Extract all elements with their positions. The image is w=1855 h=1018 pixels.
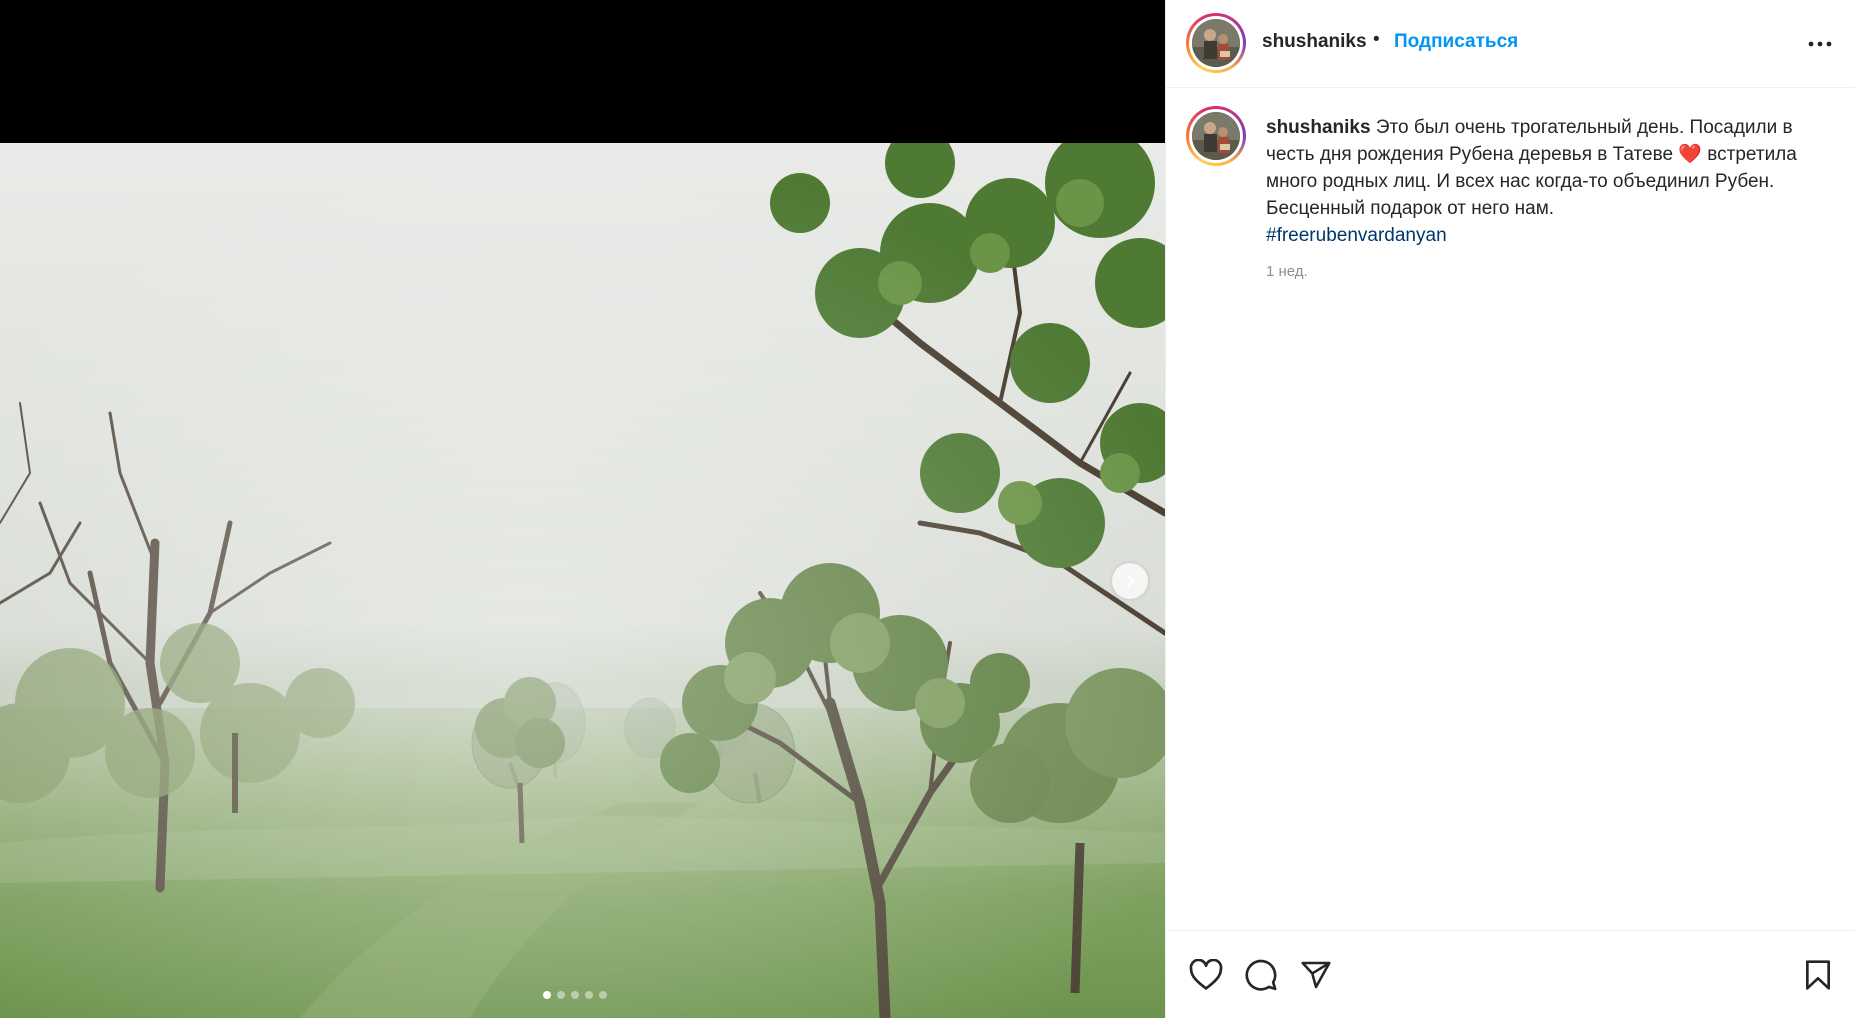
more-horizontal-icon xyxy=(1808,41,1832,47)
carousel-dot xyxy=(585,991,593,999)
avatar-image xyxy=(1192,112,1240,160)
post-timestamp[interactable]: 1 нед. xyxy=(1266,263,1308,280)
comment-icon xyxy=(1245,959,1277,991)
bookmark-icon xyxy=(1806,960,1830,990)
caption-username[interactable]: shushaniks xyxy=(1266,117,1371,138)
heart-icon xyxy=(1189,959,1223,990)
avatar-image xyxy=(1192,19,1240,67)
follow-button[interactable]: Подписаться xyxy=(1394,31,1518,53)
separator-dot: • xyxy=(1373,29,1380,50)
like-button[interactable] xyxy=(1184,953,1228,997)
avatar[interactable] xyxy=(1186,13,1246,73)
instagram-post-viewer: shushaniks • Подписаться shushaniks Это … xyxy=(0,0,1855,1018)
chevron-right-icon xyxy=(1126,574,1135,588)
caption-avatar[interactable] xyxy=(1186,106,1246,166)
post-header: shushaniks • Подписаться xyxy=(1166,0,1855,88)
next-slide-button[interactable] xyxy=(1112,563,1148,599)
carousel-dot-active xyxy=(543,991,551,999)
share-button[interactable] xyxy=(1294,953,1338,997)
post-actions xyxy=(1166,930,1855,1018)
post-photo[interactable] xyxy=(0,143,1165,1018)
hashtag-link[interactable]: #freerubenvardanyan xyxy=(1266,225,1447,246)
heart-emoji: ❤️ xyxy=(1678,144,1702,165)
post-details-panel: shushaniks • Подписаться shushaniks Это … xyxy=(1165,0,1855,1018)
post-media xyxy=(0,0,1165,1018)
more-options-button[interactable] xyxy=(1802,30,1838,58)
carousel-dot xyxy=(571,991,579,999)
foggy-orchard-image xyxy=(0,143,1165,1018)
comment-button[interactable] xyxy=(1239,953,1283,997)
caption-text: shushaniks Это был очень трогательный де… xyxy=(1266,114,1826,249)
header-username[interactable]: shushaniks xyxy=(1262,31,1367,53)
carousel-indicator xyxy=(543,990,607,1000)
carousel-dot xyxy=(599,991,607,999)
save-button[interactable] xyxy=(1796,953,1840,997)
send-icon xyxy=(1301,961,1331,989)
carousel-dot xyxy=(557,991,565,999)
